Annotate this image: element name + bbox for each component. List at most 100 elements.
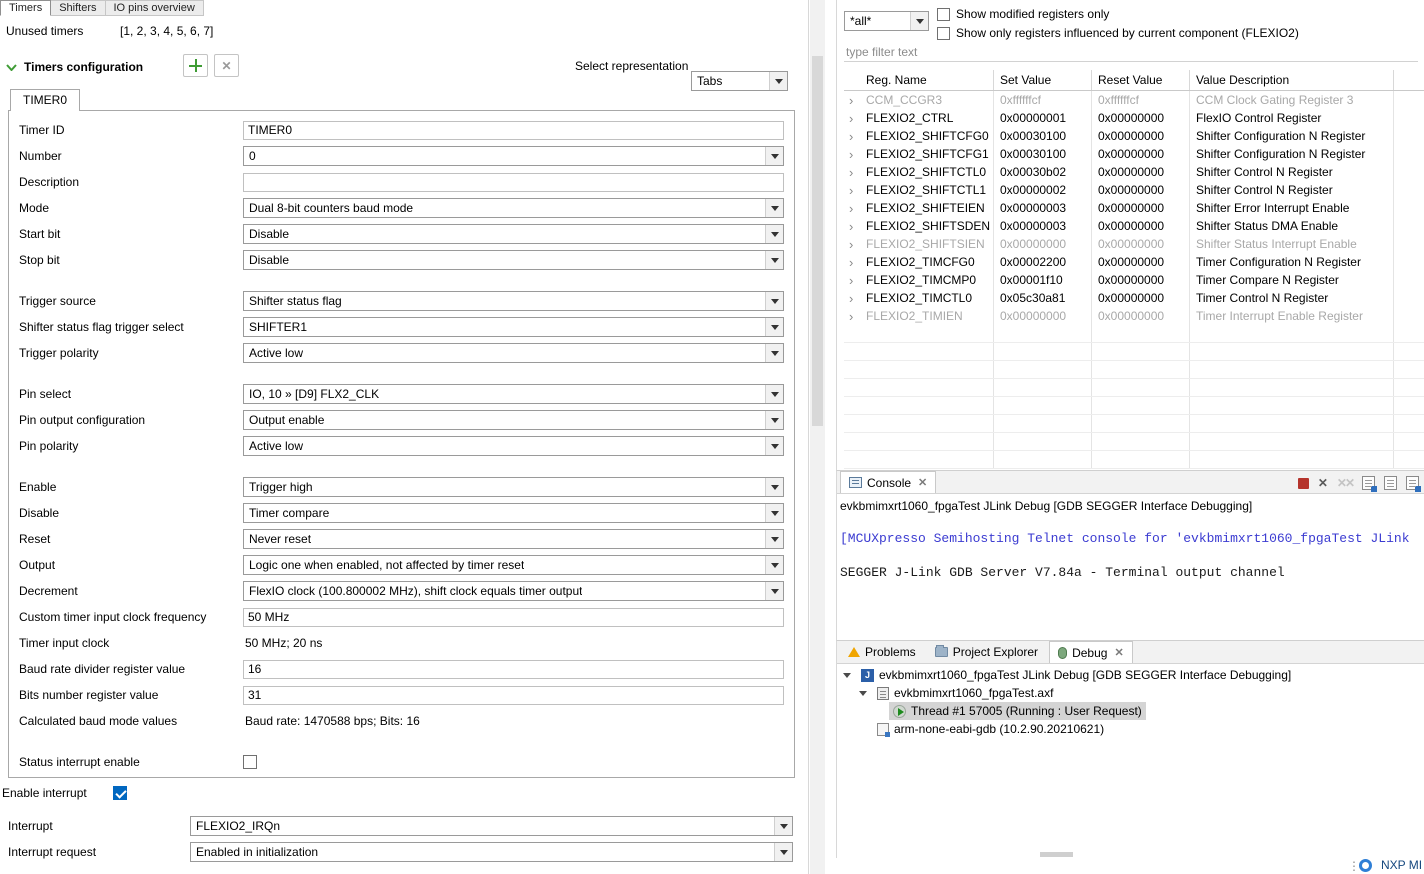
register-row[interactable]: › FLEXIO2_TIMCTL0 0x05c30a81 0x00000000 Time… bbox=[844, 289, 1424, 307]
tree-row[interactable]: arm-none-eabi-gdb (10.2.90.20210621) bbox=[837, 720, 1424, 738]
expand-arrow-icon[interactable]: › bbox=[849, 166, 866, 179]
tree-item[interactable]: evkbmimxrt1060_fpgaTest.axf bbox=[873, 684, 1057, 702]
bits-number-register-value-input[interactable]: 31 bbox=[243, 685, 784, 705]
remove-launch-button[interactable]: ✕ bbox=[1318, 477, 1328, 489]
expand-arrow-icon[interactable]: › bbox=[849, 148, 866, 161]
interrupt-select[interactable]: FLEXIO2_IRQn bbox=[190, 816, 793, 836]
expand-arrow-icon[interactable]: › bbox=[849, 184, 866, 197]
baud-rate-divider-register-value-input[interactable]: 16 bbox=[243, 659, 784, 679]
editor-vertical-scrollbar[interactable] bbox=[810, 0, 825, 874]
status-interrupt-enable-checkbox[interactable] bbox=[243, 755, 257, 769]
add-timer-button[interactable] bbox=[183, 54, 208, 77]
number-select[interactable]: 0 bbox=[243, 146, 784, 166]
expand-arrow-icon[interactable]: › bbox=[849, 94, 866, 107]
register-row[interactable]: › FLEXIO2_CTRL 0x00000001 0x00000000 FlexIO … bbox=[844, 109, 1424, 127]
reset-value-cell: 0x00000000 bbox=[1092, 127, 1190, 145]
tab-debug[interactable]: Debug ✕ bbox=[1049, 641, 1133, 663]
register-row[interactable]: › FLEXIO2_SHIFTCFG0 0x00030100 0x00000000 Sh… bbox=[844, 127, 1424, 145]
register-row[interactable]: › FLEXIO2_SHIFTSDEN 0x00000003 0x00000000 Sh… bbox=[844, 217, 1424, 235]
expand-arrow-icon[interactable]: › bbox=[849, 220, 866, 233]
tab-project-explorer[interactable]: Project Explorer bbox=[927, 641, 1046, 663]
register-row[interactable]: › FLEXIO2_TIMIEN 0x00000000 0x00000000 Timer… bbox=[844, 307, 1424, 325]
register-row[interactable]: › FLEXIO2_SHIFTSIEN 0x00000000 0x00000000 Sh… bbox=[844, 235, 1424, 253]
field-label: Status interrupt enable bbox=[19, 755, 140, 769]
display-selected-console-button[interactable] bbox=[1406, 476, 1421, 492]
show-modified-checkbox[interactable] bbox=[937, 7, 950, 21]
expand-arrow-icon[interactable]: › bbox=[849, 112, 866, 125]
column-header-reset-value[interactable]: Reset Value bbox=[1092, 70, 1190, 90]
tree-item[interactable]: arm-none-eabi-gdb (10.2.90.20210621) bbox=[873, 720, 1108, 738]
register-row[interactable]: › FLEXIO2_TIMCFG0 0x00002200 0x00000000 Time… bbox=[844, 253, 1424, 271]
tree-expander-icon[interactable] bbox=[859, 690, 873, 696]
register-row[interactable]: › FLEXIO2_SHIFTCTL0 0x00030b02 0x00000000 Sh… bbox=[844, 163, 1424, 181]
shifter-status-flag-trigger-select-select[interactable]: SHIFTER1 bbox=[243, 317, 784, 337]
reset-select[interactable]: Never reset bbox=[243, 529, 784, 549]
enable-interrupt-checkbox[interactable] bbox=[113, 786, 127, 800]
value-description-cell: Timer Configuration N Register bbox=[1190, 253, 1394, 271]
register-row[interactable]: › FLEXIO2_TIMCMP0 0x00001f10 0x00000000 Time… bbox=[844, 271, 1424, 289]
enable-select[interactable]: Trigger high bbox=[243, 477, 784, 497]
column-header-reg-name[interactable]: Reg. Name bbox=[844, 70, 994, 90]
custom-timer-input-clock-frequency-input[interactable]: 50 MHz bbox=[243, 607, 784, 627]
collapse-chevron-icon[interactable] bbox=[6, 63, 17, 71]
remove-timer-button[interactable]: ✕ bbox=[214, 54, 239, 77]
register-row[interactable]: › CCM_CCGR3 0xffffffcf 0xffffffcf CCM Clock … bbox=[844, 91, 1424, 109]
form-row-mode: Mode Dual 8-bit counters baud mode bbox=[19, 195, 784, 221]
remove-all-terminated-button[interactable]: ✕✕ bbox=[1337, 477, 1355, 489]
close-icon[interactable]: ✕ bbox=[1114, 646, 1123, 659]
horizontal-scrollbar-thumb[interactable] bbox=[1040, 852, 1073, 857]
trigger-source-select[interactable]: Shifter status flag bbox=[243, 291, 784, 311]
expand-arrow-icon[interactable]: › bbox=[849, 310, 866, 323]
register-row[interactable]: › FLEXIO2_SHIFTCFG1 0x00030100 0x00000000 Sh… bbox=[844, 145, 1424, 163]
tab-timers[interactable]: Timers bbox=[0, 0, 52, 16]
terminate-button[interactable] bbox=[1297, 477, 1309, 489]
timer-id-input[interactable]: TIMER0 bbox=[243, 120, 784, 140]
register-name-cell: › FLEXIO2_SHIFTSIEN bbox=[844, 235, 994, 253]
pin-output-configuration-select[interactable]: Output enable bbox=[243, 410, 784, 430]
expand-arrow-icon[interactable]: › bbox=[849, 202, 866, 215]
tree-item[interactable]: Thread #1 57005 (Running : User Request) bbox=[889, 702, 1146, 720]
pin-polarity-select[interactable]: Active low bbox=[243, 436, 784, 456]
column-header-value-description[interactable]: Value Description bbox=[1190, 70, 1394, 90]
expand-arrow-icon[interactable]: › bbox=[849, 238, 866, 251]
tab-console[interactable]: Console ✕ bbox=[840, 471, 937, 493]
tab-shifters[interactable]: Shifters bbox=[51, 0, 106, 16]
trigger-polarity-select[interactable]: Active low bbox=[243, 343, 784, 363]
console-output[interactable]: [MCUXpresso Semihosting Telnet console f… bbox=[840, 519, 1424, 640]
mode-select[interactable]: Dual 8-bit counters baud mode bbox=[243, 198, 784, 218]
show-console-on-output-button[interactable] bbox=[1362, 476, 1377, 492]
interrupt-request-select[interactable]: Enabled in initialization bbox=[190, 842, 793, 862]
tab-io-pins-overview[interactable]: IO pins overview bbox=[105, 0, 204, 16]
register-row[interactable]: › FLEXIO2_SHIFTCTL1 0x00000002 0x00000000 Sh… bbox=[844, 181, 1424, 199]
expand-arrow-icon[interactable]: › bbox=[849, 292, 866, 305]
expand-arrow-icon[interactable]: › bbox=[849, 256, 866, 269]
description-input[interactable] bbox=[243, 172, 784, 192]
column-header-set-value[interactable]: Set Value bbox=[994, 70, 1092, 90]
tree-row[interactable]: Thread #1 57005 (Running : User Request) bbox=[837, 702, 1424, 720]
show-influenced-checkbox[interactable] bbox=[937, 26, 950, 40]
start-bit-select[interactable]: Disable bbox=[243, 224, 784, 244]
expand-arrow-icon[interactable]: › bbox=[849, 130, 866, 143]
tree-row[interactable]: evkbmimxrt1060_fpgaTest JLink Debug [GDB… bbox=[837, 666, 1424, 684]
scrollbar-thumb[interactable] bbox=[812, 56, 823, 426]
expand-arrow-icon[interactable]: › bbox=[849, 274, 866, 287]
representation-select[interactable]: Tabs bbox=[691, 71, 788, 91]
tab-problems[interactable]: Problems bbox=[840, 641, 924, 663]
register-filter-input[interactable]: type filter text bbox=[844, 43, 1418, 62]
pin-console-button[interactable] bbox=[1384, 476, 1397, 490]
tree-item[interactable]: evkbmimxrt1060_fpgaTest JLink Debug [GDB… bbox=[857, 666, 1295, 684]
decrement-select[interactable]: FlexIO clock (100.800002 MHz), shift clo… bbox=[243, 581, 784, 601]
stop-bit-select[interactable]: Disable bbox=[243, 250, 784, 270]
field-label: Stop bit bbox=[19, 253, 60, 267]
tree-row[interactable]: evkbmimxrt1060_fpgaTest.axf bbox=[837, 684, 1424, 702]
progress-indicator-icon[interactable] bbox=[1359, 859, 1372, 872]
register-group-filter-select[interactable]: *all* bbox=[844, 11, 929, 31]
tree-expander-icon[interactable] bbox=[843, 672, 857, 678]
close-icon[interactable]: ✕ bbox=[918, 476, 927, 489]
output-select[interactable]: Logic one when enabled, not affected by … bbox=[243, 555, 784, 575]
register-row[interactable]: › FLEXIO2_SHIFTEIEN 0x00000003 0x00000000 Sh… bbox=[844, 199, 1424, 217]
pin-select-select[interactable]: IO, 10 » [D9] FLX2_CLK bbox=[243, 384, 784, 404]
nxp-status-link[interactable]: NXP MI bbox=[1381, 858, 1422, 872]
disable-select[interactable]: Timer compare bbox=[243, 503, 784, 523]
timer0-tab[interactable]: TIMER0 bbox=[10, 89, 81, 111]
